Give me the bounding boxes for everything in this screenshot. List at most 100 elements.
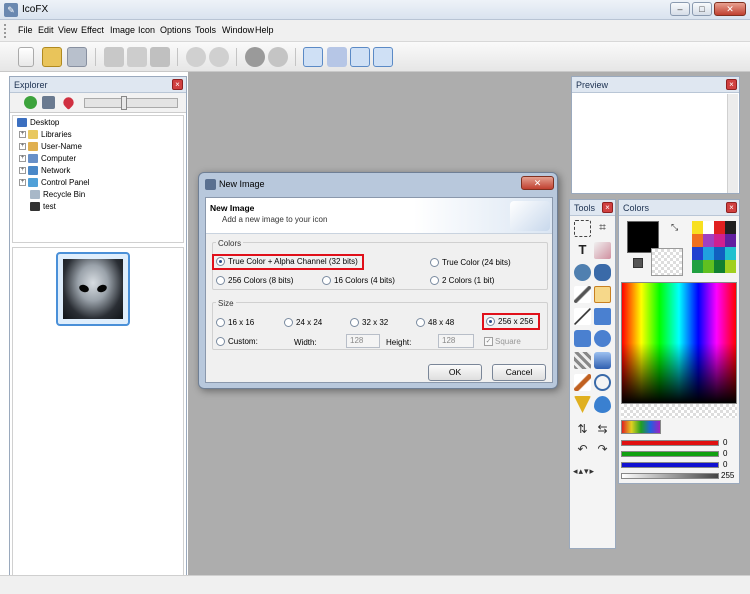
preview-close-icon[interactable]: × [726, 79, 737, 90]
menu-effect[interactable]: Effect [81, 25, 104, 35]
radio-selected[interactable] [486, 317, 495, 327]
menu-options[interactable]: Options [160, 25, 191, 35]
swap-colors-icon[interactable]: ⤡ [671, 222, 681, 232]
palette-row[interactable] [692, 234, 736, 247]
radio[interactable] [416, 318, 425, 328]
option-8bit[interactable]: 256 Colors (8 bits) [216, 276, 293, 286]
blue-slider[interactable] [621, 462, 719, 468]
swatch-palette[interactable] [692, 221, 736, 273]
palette-row[interactable] [692, 260, 736, 273]
expand-icon[interactable]: + [19, 167, 26, 175]
radio[interactable] [284, 318, 293, 328]
slider-thumb[interactable] [121, 96, 127, 110]
radio[interactable] [430, 258, 439, 268]
menu-window[interactable]: Window [222, 25, 254, 35]
thumbnail-size-slider[interactable] [84, 96, 178, 110]
brush-icon[interactable] [574, 286, 591, 303]
size-256[interactable]: 256 x 256 [486, 317, 533, 327]
picker-icon[interactable] [574, 374, 591, 391]
zoom-tool-icon[interactable] [594, 374, 611, 391]
expand-icon[interactable]: + [19, 131, 26, 139]
radio-selected[interactable] [216, 257, 225, 267]
open-folder-icon[interactable] [42, 47, 62, 67]
red-slider[interactable] [621, 440, 719, 446]
option-32bit[interactable]: True Color + Alpha Channel (32 bits) [216, 257, 358, 267]
tree-item-computer[interactable]: + Computer [19, 154, 76, 164]
explorer-close-icon[interactable]: × [172, 79, 183, 90]
menu-file[interactable]: File [18, 25, 33, 35]
size-16[interactable]: 16 x 16 [216, 318, 254, 328]
preview-scrollbar[interactable] [727, 94, 738, 193]
save-icon[interactable] [67, 47, 87, 67]
tree-item-recycle-bin[interactable]: Recycle Bin [30, 190, 85, 200]
radio[interactable] [322, 276, 331, 286]
tools-close-icon[interactable]: × [602, 202, 613, 213]
size-32[interactable]: 32 x 32 [350, 318, 388, 328]
flip-vertical-icon[interactable]: ⇅ [574, 422, 591, 439]
favorite-icon[interactable] [61, 95, 76, 110]
icon-thumbnail[interactable] [56, 252, 130, 326]
radio[interactable] [216, 337, 225, 347]
palette-row[interactable] [692, 247, 736, 260]
eraser-icon[interactable] [594, 242, 611, 259]
text-icon[interactable]: T [574, 242, 591, 259]
line-icon[interactable] [574, 308, 591, 325]
color-mode-tabs[interactable] [621, 420, 661, 434]
spray-icon[interactable] [594, 264, 611, 281]
menu-edit[interactable]: Edit [38, 25, 54, 35]
rotate-right-icon[interactable]: ↷ [594, 442, 611, 459]
maximize-button[interactable]: □ [692, 2, 712, 16]
funnel-icon[interactable] [574, 396, 591, 413]
pattern-icon[interactable] [574, 352, 591, 369]
rectangle-icon[interactable] [594, 308, 611, 325]
color-spectrum[interactable] [621, 282, 737, 404]
default-colors-icon[interactable] [633, 258, 643, 268]
pencil-icon[interactable] [594, 286, 611, 303]
radio[interactable] [430, 276, 439, 286]
alpha-slider[interactable] [621, 473, 719, 479]
drop-icon[interactable] [594, 396, 611, 413]
option-1bit[interactable]: 2 Colors (1 bit) [430, 276, 494, 286]
refresh-icon[interactable] [24, 96, 37, 109]
square-checkbox[interactable]: ✓ Square [484, 337, 521, 347]
color-panel-icon[interactable] [350, 47, 370, 67]
height-input[interactable]: 128 [438, 334, 474, 348]
tree-item-test[interactable]: test [30, 202, 56, 212]
apple-icon[interactable] [268, 47, 288, 67]
drive-icon[interactable] [42, 96, 55, 109]
copy-icon[interactable] [127, 47, 147, 67]
rounded-rect-icon[interactable] [574, 330, 591, 347]
tree-item-user-name[interactable]: + User-Name [19, 142, 82, 152]
move-arrows-icon[interactable]: ◂▴▾▸ [573, 466, 595, 477]
gradient-icon[interactable] [594, 352, 611, 369]
tree-item-network[interactable]: + Network [19, 166, 70, 176]
rotate-left-icon[interactable]: ↶ [574, 442, 591, 459]
tree-item-libraries[interactable]: + Libraries [19, 130, 72, 140]
windows-icon[interactable] [245, 47, 265, 67]
expand-icon[interactable]: + [19, 143, 26, 151]
menu-tools[interactable]: Tools [195, 25, 216, 35]
expand-icon[interactable]: + [19, 155, 26, 163]
size-24[interactable]: 24 x 24 [284, 318, 322, 328]
paste-icon[interactable] [150, 47, 170, 67]
option-4bit[interactable]: 16 Colors (4 bits) [322, 276, 395, 286]
menu-icon[interactable]: Icon [138, 25, 155, 35]
option-24bit[interactable]: True Color (24 bits) [430, 258, 511, 268]
radio[interactable] [216, 318, 225, 328]
palette-row[interactable] [692, 221, 736, 234]
dialog-close-button[interactable]: ✕ [521, 176, 554, 190]
menu-help[interactable]: Help [255, 25, 274, 35]
expand-icon[interactable]: + [19, 179, 26, 187]
colors-close-icon[interactable]: × [726, 202, 737, 213]
radio[interactable] [216, 276, 225, 286]
radio[interactable] [350, 318, 359, 328]
checkbox[interactable]: ✓ [484, 337, 493, 347]
size-custom[interactable]: Custom: [216, 337, 258, 347]
ok-button[interactable]: OK [428, 364, 482, 381]
close-button[interactable]: ✕ [714, 2, 746, 16]
flip-horizontal-icon[interactable]: ⇆ [594, 422, 611, 439]
minimize-button[interactable]: – [670, 2, 690, 16]
secondary-color-swatch[interactable] [651, 248, 683, 276]
green-slider[interactable] [621, 451, 719, 457]
menu-view[interactable]: View [58, 25, 77, 35]
